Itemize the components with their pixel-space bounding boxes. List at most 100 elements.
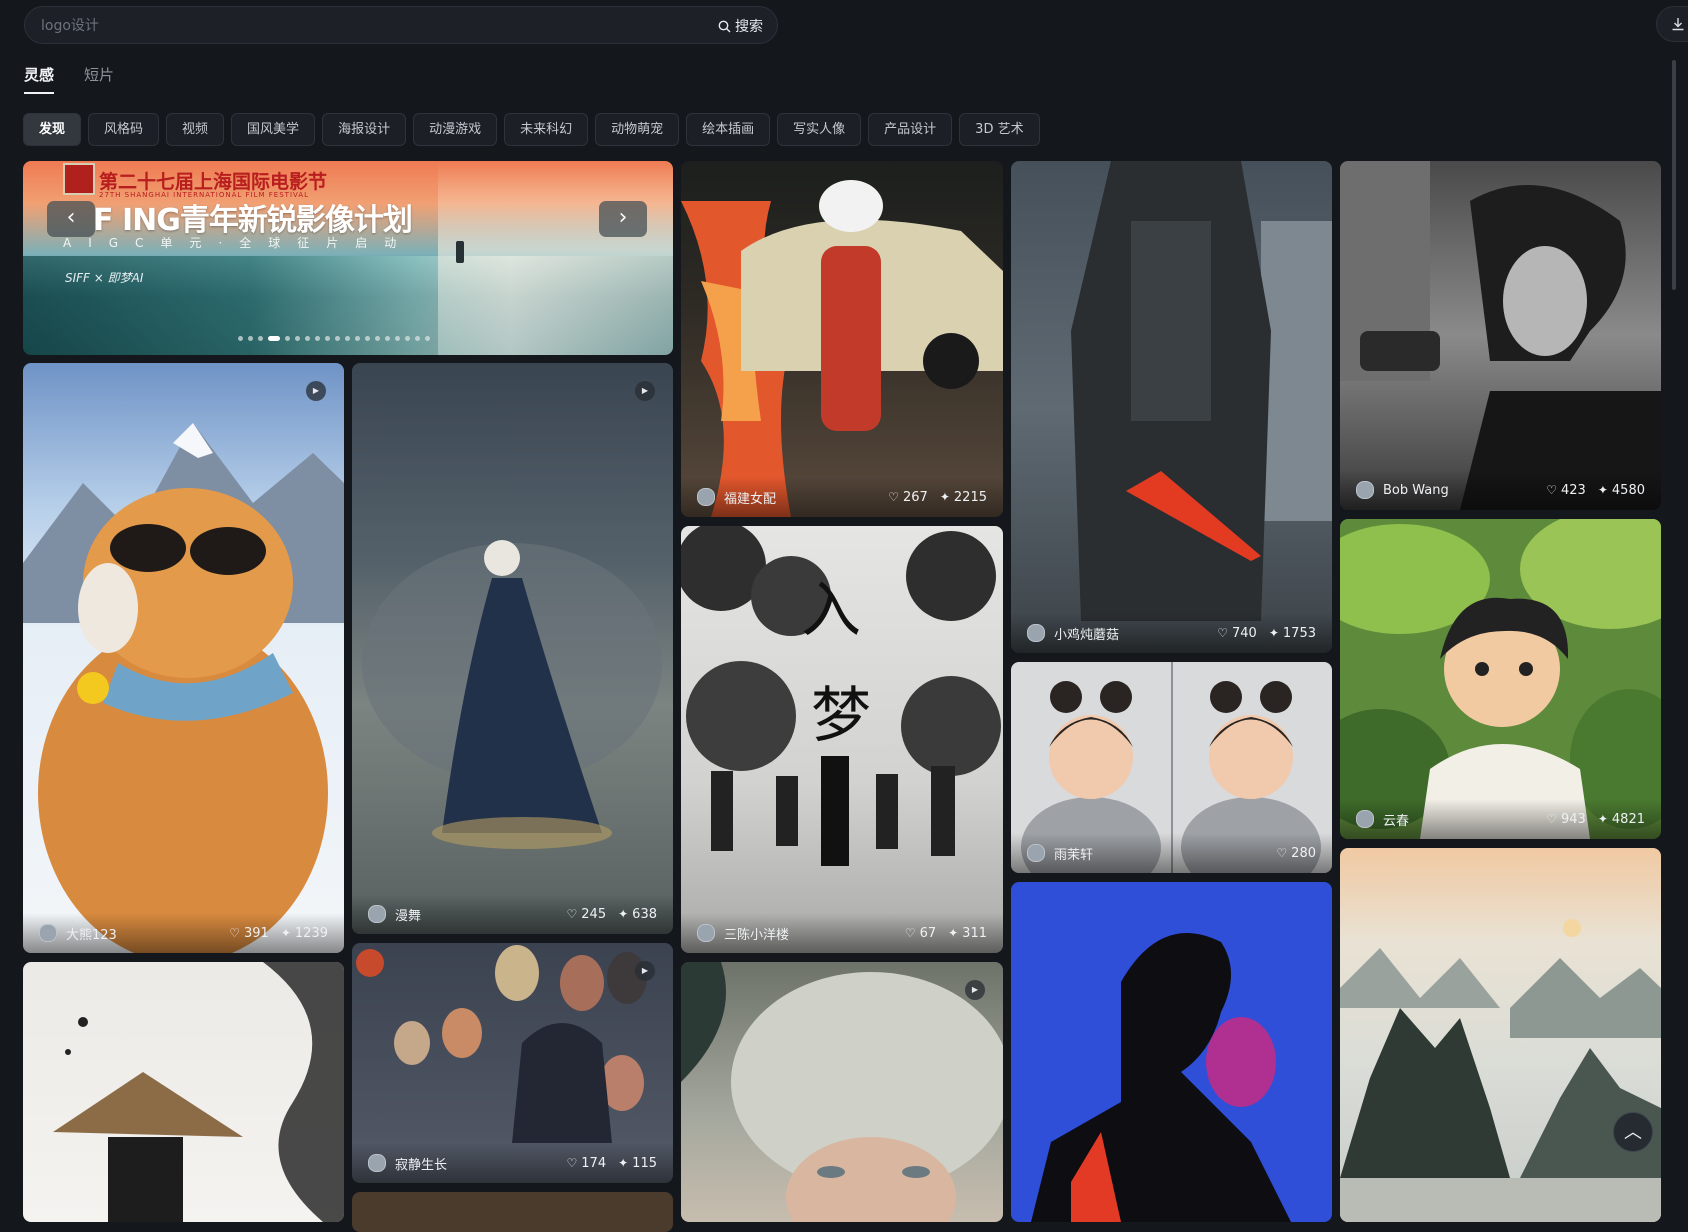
card-image-silhouette-portrait xyxy=(1031,933,1291,1222)
like-count[interactable]: ♡ 267 xyxy=(888,490,928,505)
avatar xyxy=(39,924,57,942)
carousel-dot[interactable] xyxy=(248,336,253,341)
heart-icon: ♡ xyxy=(1546,812,1558,826)
tab-shorts[interactable]: 短片 xyxy=(84,64,114,94)
category-chip[interactable]: 发现 xyxy=(23,113,82,146)
festival-title: 第二十七届上海国际电影节 xyxy=(99,171,328,193)
category-chip[interactable]: 动物萌宠 xyxy=(595,113,680,146)
carousel-dot[interactable] xyxy=(238,336,243,341)
carousel-dot[interactable] xyxy=(405,336,410,341)
carousel-dot[interactable] xyxy=(305,336,310,341)
carousel-dot[interactable] xyxy=(285,336,290,341)
carousel-dot[interactable] xyxy=(425,336,430,341)
like-count[interactable]: ♡ 943 xyxy=(1546,812,1586,827)
carousel-dot[interactable] xyxy=(258,336,263,341)
carousel-dot[interactable] xyxy=(268,336,280,341)
gallery-card[interactable]: 雨茉轩 ♡ 280 xyxy=(1011,662,1332,873)
author-name: 云春 xyxy=(1383,813,1410,829)
like-count[interactable]: ♡ 740 xyxy=(1217,626,1257,641)
carousel-dot[interactable] xyxy=(395,336,400,341)
use-value: 280 xyxy=(1291,845,1316,861)
category-chip[interactable]: 3D 艺术 xyxy=(959,113,1040,146)
carousel-dot[interactable] xyxy=(295,336,300,341)
gallery-card[interactable]: ▶ 漫舞 ♡ 245 ✦ 638 xyxy=(352,363,673,934)
carousel-dot[interactable] xyxy=(375,336,380,341)
category-chip[interactable]: 写实人像 xyxy=(777,113,862,146)
avatar xyxy=(1027,844,1045,862)
gallery-card[interactable] xyxy=(23,962,344,1222)
gallery-card[interactable]: 云春 ♡ 943 ✦ 4821 xyxy=(1340,519,1661,839)
use-count[interactable]: ✦ 1239 xyxy=(281,926,328,941)
search-bar[interactable]: 搜索 xyxy=(24,6,778,45)
gallery-card[interactable] xyxy=(1011,882,1332,1222)
gallery-card[interactable]: Bob Wang ♡ 423 ✦ 4580 xyxy=(1340,161,1661,510)
like-count[interactable]: ♡ 67 xyxy=(905,926,936,941)
gallery-card[interactable]: 福建女配 ♡ 267 ✦ 2215 xyxy=(681,161,1003,517)
gallery-card[interactable]: 入 梦 三陈小洋楼 ♡ 67 ✦ 311 xyxy=(681,526,1003,953)
sparkle-icon: ✦ xyxy=(280,926,291,940)
banner-carousel[interactable]: 第二十七届上海国际电影节 27TH SHANGHAI INTERNATIONAL… xyxy=(23,161,673,355)
carousel-dot[interactable] xyxy=(415,336,420,341)
play-icon: ▶ xyxy=(965,980,985,1000)
back-to-top-button[interactable]: ︿ xyxy=(1613,1112,1653,1152)
card-image-cloak-figure xyxy=(362,540,662,849)
use-count[interactable]: ♡ 280 xyxy=(1276,846,1316,861)
like-count[interactable]: ♡ 391 xyxy=(229,926,269,941)
use-value: 2215 xyxy=(953,489,987,505)
use-count[interactable]: ✦ 4821 xyxy=(1598,812,1645,827)
category-chip[interactable]: 未来科幻 xyxy=(504,113,589,146)
carousel-next-button[interactable]: › xyxy=(599,201,647,237)
category-chip[interactable]: 国风美学 xyxy=(231,113,316,146)
card-image-hair-portrait xyxy=(681,962,1003,1222)
like-count[interactable]: ♡ 174 xyxy=(567,1156,607,1171)
carousel-dot[interactable] xyxy=(345,336,350,341)
gallery-card[interactable]: ▶ xyxy=(681,962,1003,1222)
play-icon: ▶ xyxy=(306,381,326,401)
like-value: 67 xyxy=(919,925,937,941)
carousel-dot[interactable] xyxy=(335,336,340,341)
use-count[interactable]: ✦ 4580 xyxy=(1598,483,1645,498)
carousel-dot[interactable] xyxy=(385,336,390,341)
like-value: 267 xyxy=(903,489,928,505)
use-count[interactable]: ✦ 2215 xyxy=(940,490,987,505)
tab-inspiration[interactable]: 灵感 xyxy=(24,64,55,94)
carousel-prev-button[interactable]: ‹ xyxy=(47,201,95,237)
banner-subline: AIGC单元·全球征片启动 xyxy=(63,236,414,250)
gallery-card[interactable]: ▶ 寂静生长 ♡ 174 ✦ 115 xyxy=(352,943,673,1183)
avatar xyxy=(697,488,715,506)
search-button[interactable]: 搜索 xyxy=(718,16,763,36)
heart-icon: ♡ xyxy=(1217,626,1229,640)
category-chip[interactable]: 动漫游戏 xyxy=(413,113,498,146)
carousel-dot[interactable] xyxy=(325,336,330,341)
gallery-card[interactable]: 小鸡炖蘑菇 ♡ 740 ✦ 1753 xyxy=(1011,161,1332,653)
like-count[interactable]: ♡ 423 xyxy=(1546,483,1586,498)
author-name: 寂静生长 xyxy=(395,1157,448,1173)
sparkle-icon: ✦ xyxy=(948,926,959,940)
category-chip[interactable]: 绘本插画 xyxy=(686,113,771,146)
category-chip[interactable]: 产品设计 xyxy=(868,113,953,146)
card-meta: 寂静生长 ♡ 174 ✦ 115 xyxy=(352,1143,673,1183)
sparkle-icon: ✦ xyxy=(1597,483,1608,497)
carousel-dot[interactable] xyxy=(315,336,320,341)
search-input[interactable] xyxy=(39,7,683,45)
use-count[interactable]: ✦ 311 xyxy=(948,926,987,941)
author-name: 小鸡炖蘑菇 xyxy=(1054,627,1120,643)
use-value: 638 xyxy=(632,906,657,922)
download-button[interactable] xyxy=(1656,6,1688,42)
like-count[interactable]: ♡ 245 xyxy=(567,907,607,922)
gallery-card[interactable] xyxy=(352,1192,673,1232)
carousel-dot[interactable] xyxy=(355,336,360,341)
like-value: 174 xyxy=(581,1155,607,1171)
use-count[interactable]: ✦ 1753 xyxy=(1269,626,1316,641)
use-count[interactable]: ✦ 115 xyxy=(618,1156,657,1171)
gallery-card[interactable] xyxy=(1340,848,1661,1222)
avatar xyxy=(368,905,386,923)
scrollbar-thumb[interactable] xyxy=(1672,60,1676,290)
use-count[interactable]: ✦ 638 xyxy=(618,907,657,922)
heart-icon: ♡ xyxy=(566,907,578,921)
carousel-dot[interactable] xyxy=(365,336,370,341)
gallery-card[interactable]: ▶ 大熊123 ♡ 391 ✦ 1239 xyxy=(23,363,344,953)
category-chip[interactable]: 视频 xyxy=(166,113,225,146)
category-chip[interactable]: 风格码 xyxy=(88,113,160,146)
category-chip[interactable]: 海报设计 xyxy=(322,113,407,146)
